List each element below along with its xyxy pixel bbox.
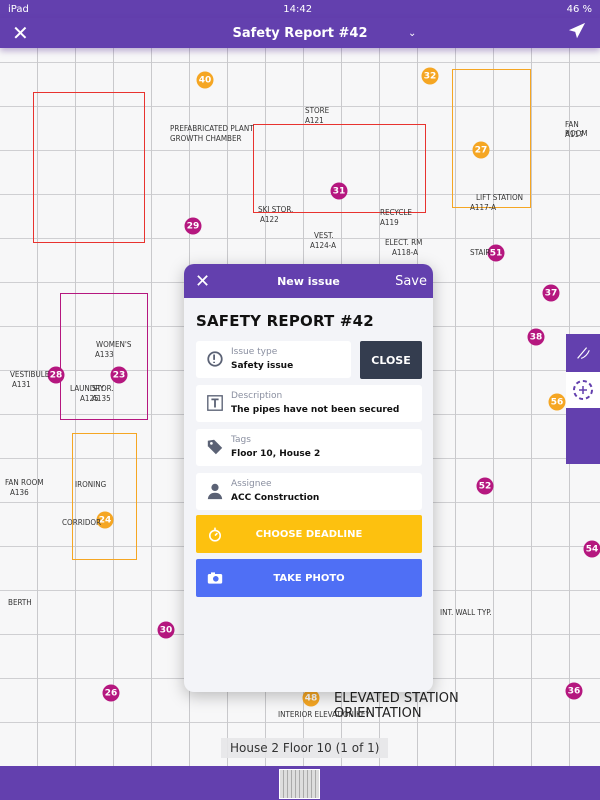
plan-label: STAIR bbox=[470, 248, 491, 257]
page-title[interactable]: Safety Report #42 bbox=[0, 26, 600, 41]
plan-label: WOMEN'S bbox=[96, 340, 132, 349]
plan-label: A133 bbox=[95, 350, 114, 359]
plan-label: A118-A bbox=[392, 248, 418, 257]
draw-tool-icon[interactable] bbox=[566, 334, 600, 372]
issue-pin[interactable]: 29 bbox=[184, 217, 202, 235]
top-nav: ✕ Safety Report #42 ⌄ bbox=[0, 18, 600, 48]
plan-label: PREFABRICATED PLANT bbox=[170, 124, 254, 133]
issue-type-icon bbox=[207, 351, 223, 367]
plan-label: CORRIDOR bbox=[62, 518, 102, 527]
markup-rect[interactable] bbox=[253, 124, 426, 213]
issue-pin[interactable]: 28 bbox=[47, 366, 65, 384]
text-icon bbox=[207, 395, 223, 411]
plan-label: STOR. bbox=[92, 384, 114, 393]
clock: 14:42 bbox=[283, 3, 313, 15]
floor-label: House 2 Floor 10 (1 of 1) bbox=[221, 738, 389, 758]
plan-label: VESTIBULE bbox=[10, 370, 50, 379]
issue-pin[interactable]: 26 bbox=[102, 684, 120, 702]
issue-pin[interactable]: 38 bbox=[527, 328, 545, 346]
plan-label: INT. WALL TYP. bbox=[440, 608, 492, 617]
plan-label: FAN ROOM bbox=[5, 478, 44, 487]
sheet-thumbnail[interactable] bbox=[279, 769, 320, 799]
plan-label: RECYCLE bbox=[380, 208, 412, 217]
issue-pin[interactable]: 32 bbox=[421, 67, 439, 85]
add-pin-icon[interactable] bbox=[566, 372, 600, 408]
plan-label: A131 bbox=[12, 380, 31, 389]
battery: 46 % bbox=[566, 3, 592, 15]
issue-pin[interactable]: 52 bbox=[476, 477, 494, 495]
plan-label: A117-A bbox=[470, 203, 496, 212]
issue-pin[interactable]: 40 bbox=[196, 71, 214, 89]
issue-pin[interactable]: 54 bbox=[583, 540, 600, 558]
plan-label: LIFT STATION bbox=[476, 193, 524, 202]
choose-deadline-button[interactable]: CHOOSE DEADLINE bbox=[196, 515, 422, 553]
modal-header: ✕ New issue Save bbox=[184, 264, 433, 298]
stopwatch-icon bbox=[209, 527, 221, 542]
field-label: Assignee bbox=[231, 479, 272, 489]
take-photo-button[interactable]: TAKE PHOTO bbox=[196, 559, 422, 597]
button-label: TAKE PHOTO bbox=[273, 572, 345, 584]
field-value: Safety issue bbox=[231, 361, 294, 371]
issue-pin[interactable]: 37 bbox=[542, 284, 560, 302]
issue-pin[interactable]: 27 bbox=[472, 141, 490, 159]
issue-pin[interactable]: 30 bbox=[157, 621, 175, 639]
markup-rect[interactable] bbox=[33, 92, 145, 243]
issue-pin[interactable]: 36 bbox=[565, 682, 583, 700]
plan-label: IRONING bbox=[75, 480, 107, 489]
chevron-down-icon[interactable]: ⌄ bbox=[408, 28, 416, 39]
markup-rect[interactable] bbox=[452, 69, 531, 208]
plan-label: A117 bbox=[565, 130, 584, 139]
field-value: ACC Construction bbox=[231, 493, 320, 503]
field-label: Issue type bbox=[231, 347, 278, 357]
plan-label: A119 bbox=[380, 218, 399, 227]
send-icon[interactable] bbox=[568, 22, 586, 44]
plan-label: A122 bbox=[260, 215, 279, 224]
camera-icon bbox=[207, 572, 223, 584]
tags-field[interactable]: Tags Floor 10, House 2 bbox=[196, 429, 422, 466]
field-value: The pipes have not been secured bbox=[231, 405, 400, 415]
issue-pin[interactable]: 31 bbox=[330, 182, 348, 200]
field-label: Description bbox=[231, 391, 283, 401]
field-label: Tags bbox=[231, 435, 251, 445]
plan-label: SKI STOR. bbox=[258, 205, 294, 214]
plan-label: A136 bbox=[10, 488, 29, 497]
plan-label: A135 bbox=[92, 394, 111, 403]
plan-label: STORE bbox=[305, 106, 330, 115]
plan-label: A121 bbox=[305, 116, 324, 125]
assignee-field[interactable]: Assignee ACC Construction bbox=[196, 473, 422, 510]
field-value: Floor 10, House 2 bbox=[231, 449, 321, 459]
issue-pin[interactable]: 48 bbox=[302, 689, 320, 707]
issue-type-field[interactable]: Issue type Safety issue bbox=[196, 341, 351, 378]
plan-label: INTERIOR ELEVATION KEY bbox=[278, 710, 370, 719]
status-bar: iPad 14:42 46 % bbox=[0, 0, 600, 18]
issue-pin[interactable]: 56 bbox=[548, 393, 566, 411]
device-label: iPad bbox=[8, 3, 29, 15]
description-field[interactable]: Description The pipes have not been secu… bbox=[196, 385, 422, 422]
tag-icon bbox=[207, 439, 223, 455]
plan-label: A124-A bbox=[310, 241, 336, 250]
plan-label: GROWTH CHAMBER bbox=[170, 134, 242, 143]
report-heading: SAFETY REPORT #42 bbox=[196, 312, 374, 330]
person-icon bbox=[207, 483, 223, 500]
close-issue-button[interactable]: CLOSE bbox=[360, 341, 422, 379]
plan-label: BERTH bbox=[8, 598, 32, 607]
save-button[interactable]: Save bbox=[395, 274, 427, 289]
tool-panel bbox=[566, 334, 600, 464]
bottom-bar bbox=[0, 766, 600, 800]
issue-pin[interactable]: 23 bbox=[110, 366, 128, 384]
plan-label: VEST. bbox=[314, 231, 334, 240]
button-label: CHOOSE DEADLINE bbox=[255, 528, 363, 540]
new-issue-modal: ✕ New issue Save SAFETY REPORT #42 Issue… bbox=[184, 264, 433, 692]
markup-rect[interactable] bbox=[72, 433, 137, 560]
plan-label: ELECT. RM bbox=[385, 238, 423, 247]
